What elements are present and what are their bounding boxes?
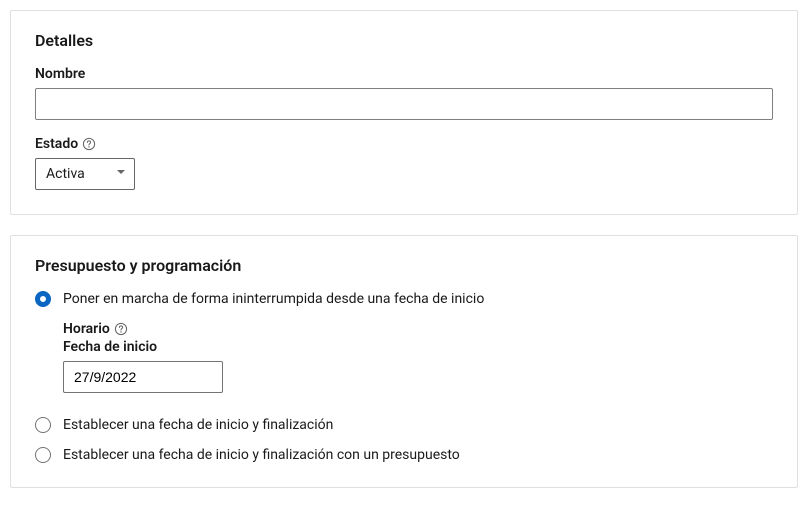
name-input[interactable] [35, 88, 773, 120]
radio-label-continuous: Poner en marcha de forma ininterrumpida … [63, 291, 484, 307]
status-value: Activa [46, 166, 85, 182]
radio-option-start-end[interactable]: Establecer una fecha de inicio y finaliz… [35, 417, 773, 433]
radio-circle [35, 447, 51, 463]
details-title: Detalles [35, 31, 773, 50]
radio-label-start-end-budget: Establecer una fecha de inicio y finaliz… [63, 447, 460, 463]
help-icon[interactable] [114, 322, 128, 336]
budget-card: Presupuesto y programación Poner en marc… [10, 235, 798, 488]
status-select[interactable]: Activa [35, 158, 135, 190]
help-icon[interactable] [82, 137, 96, 151]
radio-circle [35, 417, 51, 433]
status-label: Estado [35, 136, 78, 152]
radio-label-start-end: Establecer una fecha de inicio y finaliz… [63, 417, 333, 433]
schedule-subsection: Horario Fecha de inicio [63, 321, 773, 393]
status-label-row: Estado [35, 136, 773, 152]
schedule-label: Horario [63, 321, 110, 337]
status-field-group: Estado Activa [35, 136, 773, 190]
start-date-label: Fecha de inicio [63, 339, 773, 355]
radio-option-start-end-budget[interactable]: Establecer una fecha de inicio y finaliz… [35, 447, 773, 463]
radio-circle-selected [35, 291, 51, 307]
budget-title: Presupuesto y programación [35, 256, 773, 275]
schedule-heading-row: Horario [63, 321, 773, 337]
name-field-group: Nombre [35, 66, 773, 120]
details-card: Detalles Nombre Estado Activa [10, 10, 798, 215]
start-date-input[interactable] [63, 361, 223, 393]
name-label: Nombre [35, 66, 773, 82]
radio-option-continuous[interactable]: Poner en marcha de forma ininterrumpida … [35, 291, 773, 307]
